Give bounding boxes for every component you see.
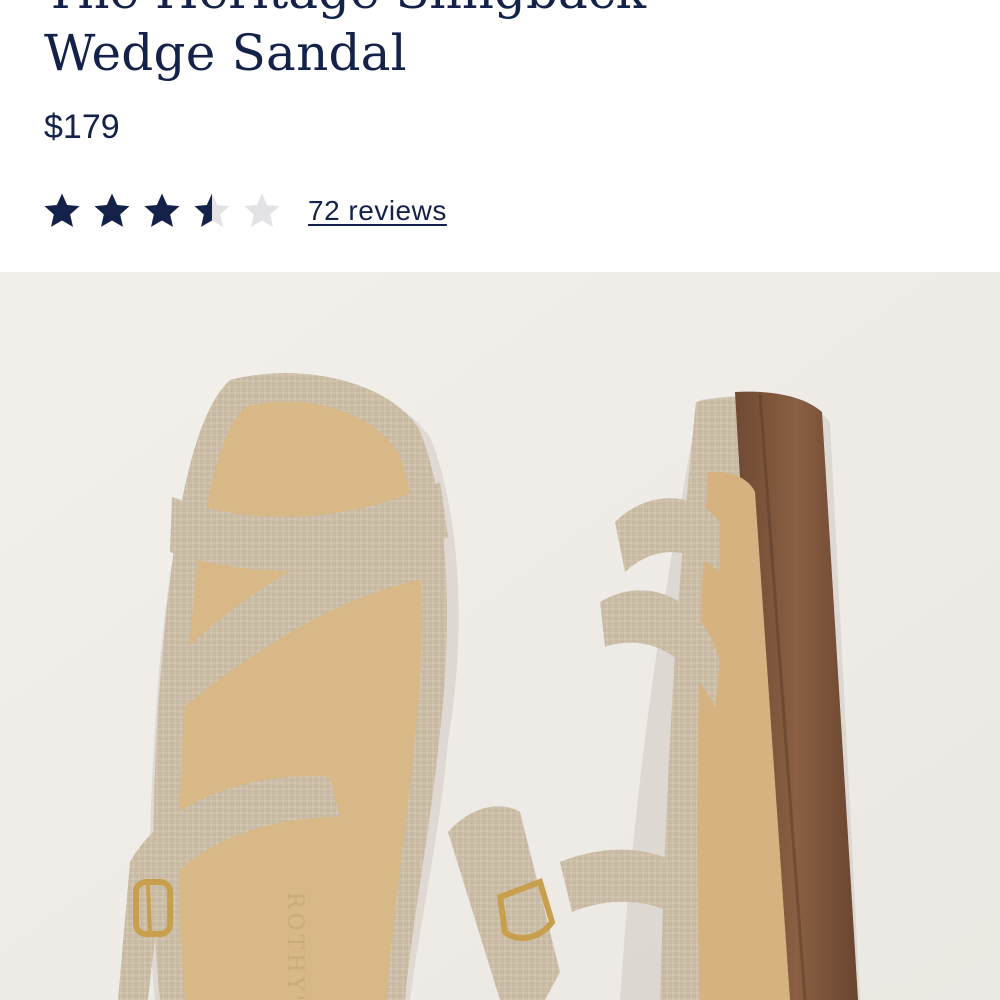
star-full-icon bbox=[44, 193, 80, 227]
star-full-icon bbox=[144, 193, 180, 227]
reviews-link[interactable]: 72 reviews bbox=[308, 195, 447, 227]
product-header: The Heritage Slingback Wedge Sandal $179… bbox=[0, 0, 1000, 272]
product-title-previous-line: The Heritage Slingback bbox=[44, 0, 646, 20]
star-full-icon bbox=[94, 193, 130, 227]
product-image-container[interactable]: ROTHY'S bbox=[0, 272, 1000, 1000]
star-half-icon bbox=[194, 193, 230, 227]
brand-mark: ROTHY'S bbox=[282, 892, 307, 1000]
star-rating bbox=[42, 191, 292, 231]
rating-row: 72 reviews bbox=[42, 186, 447, 236]
product-title: Wedge Sandal bbox=[44, 24, 407, 82]
product-image[interactable]: ROTHY'S bbox=[0, 272, 1000, 1000]
star-empty-icon bbox=[244, 193, 280, 227]
product-price: $179 bbox=[44, 108, 120, 146]
